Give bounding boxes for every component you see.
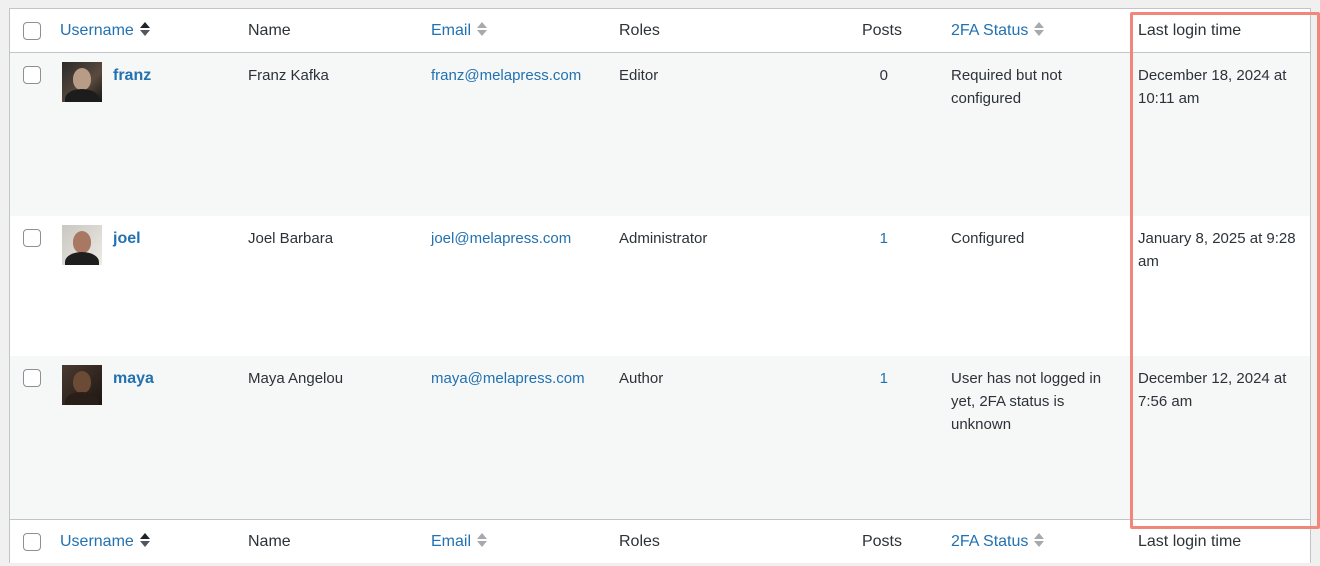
column-header-roles: Roles bbox=[619, 533, 660, 550]
user-role: Author bbox=[619, 370, 664, 387]
table-header: Username Name Email Roles Posts 2FA Stat… bbox=[10, 9, 1310, 53]
user-name: Franz Kafka bbox=[248, 67, 329, 84]
email-link[interactable]: joel@melapress.com bbox=[431, 227, 571, 250]
username-link[interactable]: joel bbox=[113, 227, 141, 250]
select-all-checkbox[interactable] bbox=[23, 22, 41, 40]
last-login-time: January 8, 2025 at 9:28 am bbox=[1138, 230, 1296, 270]
column-header-roles: Roles bbox=[619, 22, 660, 39]
row-checkbox[interactable] bbox=[23, 229, 41, 247]
column-header-name: Name bbox=[248, 22, 291, 39]
column-header-posts: Posts bbox=[861, 533, 902, 550]
sort-email-link[interactable]: Email bbox=[431, 19, 488, 42]
sort-username-link[interactable]: Username bbox=[60, 19, 150, 42]
table-row: maya Maya Angelou maya@melapress.com Aut… bbox=[10, 356, 1310, 519]
user-role: Editor bbox=[619, 67, 659, 84]
sort-asc-icon bbox=[139, 21, 150, 37]
email-link[interactable]: franz@melapress.com bbox=[431, 64, 581, 87]
sort-username-link[interactable]: Username bbox=[60, 530, 150, 553]
sort-2fa-status-link[interactable]: 2FA Status bbox=[951, 530, 1123, 553]
user-name: Maya Angelou bbox=[248, 370, 344, 387]
table-row: franz Franz Kafka franz@melapress.com Ed… bbox=[10, 53, 1310, 216]
table-footer: Username Name Email Roles Posts 2FA Stat… bbox=[10, 519, 1310, 563]
twofa-status: Configured bbox=[951, 230, 1025, 247]
table-row: joel Joel Barbara joel@melapress.com Adm… bbox=[10, 216, 1310, 356]
select-all-checkbox[interactable] bbox=[23, 533, 41, 551]
user-name: Joel Barbara bbox=[248, 230, 334, 247]
last-login-time: December 12, 2024 at 7:56 am bbox=[1138, 370, 1287, 410]
email-link[interactable]: maya@melapress.com bbox=[431, 367, 585, 390]
users-table: Username Name Email Roles Posts 2FA Stat… bbox=[9, 8, 1320, 563]
posts-count: 0 bbox=[879, 67, 888, 84]
user-role: Administrator bbox=[619, 230, 708, 247]
sort-icon bbox=[477, 532, 488, 548]
column-header-last-login: Last login time bbox=[1138, 22, 1242, 39]
sort-icon bbox=[477, 21, 488, 37]
sort-icon bbox=[1034, 532, 1045, 548]
posts-count-link[interactable]: 1 bbox=[840, 367, 888, 390]
avatar bbox=[62, 225, 102, 265]
sort-icon bbox=[1034, 21, 1045, 37]
twofa-status: User has not logged in yet, 2FA status i… bbox=[951, 370, 1102, 433]
column-header-name: Name bbox=[248, 533, 291, 550]
sort-2fa-status-link[interactable]: 2FA Status bbox=[951, 19, 1123, 42]
row-checkbox[interactable] bbox=[23, 66, 41, 84]
last-login-time: December 18, 2024 at 10:11 am bbox=[1138, 67, 1287, 107]
avatar bbox=[62, 365, 102, 405]
username-link[interactable]: franz bbox=[113, 64, 151, 87]
row-checkbox[interactable] bbox=[23, 369, 41, 387]
sort-asc-icon bbox=[139, 532, 150, 548]
twofa-status: Required but not configured bbox=[951, 67, 1062, 107]
posts-count-link[interactable]: 1 bbox=[840, 227, 888, 250]
column-header-posts: Posts bbox=[861, 22, 902, 39]
avatar bbox=[62, 62, 102, 102]
sort-email-link[interactable]: Email bbox=[431, 530, 488, 553]
column-header-last-login: Last login time bbox=[1138, 533, 1242, 550]
username-link[interactable]: maya bbox=[113, 367, 154, 390]
